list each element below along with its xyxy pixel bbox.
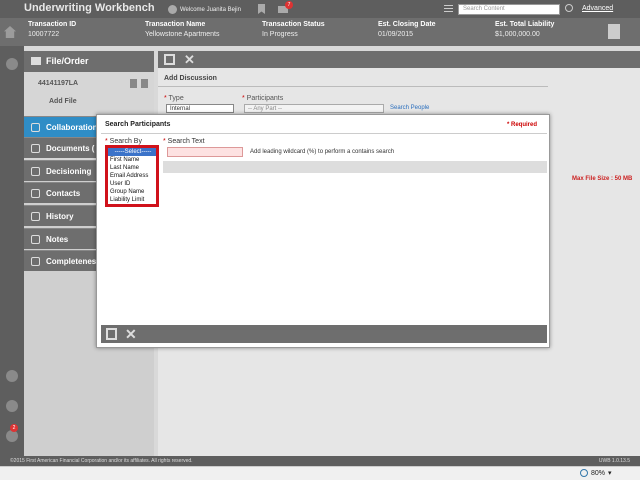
dropdown-option[interactable]: First Name	[108, 156, 156, 164]
globe-icon	[580, 469, 588, 477]
nav-item-label: History	[46, 212, 74, 221]
paperclip-icon	[31, 144, 40, 153]
file-pdf-icon[interactable]	[141, 79, 148, 88]
search-input[interactable]: Search Content	[458, 4, 560, 15]
chevron-down-icon[interactable]: ▾	[608, 469, 612, 477]
main-toolbar: ✕	[158, 51, 548, 68]
search-people-link[interactable]: Search People	[390, 105, 429, 111]
required-note: * Required	[506, 122, 537, 128]
transaction-status-value: In Progress	[262, 31, 298, 38]
status-bar: 80% ▾	[0, 466, 640, 480]
total-liability-field: Est. Total Liability $1,000,000.00	[495, 21, 554, 38]
nav-item-label: Collaboration	[46, 123, 98, 132]
file-doc-icon[interactable]	[130, 79, 137, 88]
nav-item-label: Decisioning	[46, 167, 92, 176]
clock-icon	[31, 212, 40, 221]
search-text-label: * Search Text	[163, 138, 205, 145]
nav-item-label: Notes	[46, 235, 69, 244]
zoom-level: 80%	[591, 469, 606, 477]
divider	[158, 86, 548, 87]
type-select[interactable]: Internal	[166, 104, 234, 113]
dropdown-option[interactable]: Last Name	[108, 164, 156, 172]
total-liability-label: Est. Total Liability	[495, 21, 555, 28]
right-strip: Max File Size : 50 MB	[548, 51, 640, 456]
icon-rail: 2	[0, 46, 24, 456]
dropdown-option[interactable]: Group Name	[108, 188, 156, 196]
file-actions	[130, 79, 148, 88]
phone-icon[interactable]	[6, 370, 18, 382]
nav-file-order[interactable]: File/Order	[24, 51, 154, 72]
search-participants-dialog: Search Participants * Required * Search …	[96, 114, 550, 348]
closing-date-value: 01/09/2015	[378, 31, 414, 38]
transaction-status-field: Transaction Status In Progress	[262, 21, 325, 38]
wildcard-hint: Add leading wildcard (%) to perform a co…	[250, 149, 395, 155]
checklist-icon	[31, 257, 40, 266]
settings-icon[interactable]	[6, 58, 18, 70]
dialog-footer: ✕	[101, 325, 547, 343]
contacts-icon	[31, 189, 40, 198]
home-icon[interactable]	[4, 26, 16, 38]
top-bar: Underwriting Workbench Welcome Juanita B…	[0, 0, 640, 18]
zoom-control[interactable]: 80% ▾	[580, 469, 612, 477]
add-file-button[interactable]: Add File	[49, 98, 77, 105]
notification-badge: 2	[10, 424, 18, 432]
max-file-size: Max File Size : 50 MB	[572, 176, 633, 182]
participants-select[interactable]: -- Any Part --	[244, 104, 384, 113]
results-row	[163, 161, 547, 173]
file-number[interactable]: 44141197LA	[38, 80, 78, 87]
search-by-dropdown[interactable]: -----Select----- First Name Last Name Em…	[105, 145, 159, 207]
save-icon[interactable]	[106, 328, 117, 340]
transaction-id-value: 10007722	[28, 31, 60, 38]
search-icon[interactable]	[565, 4, 573, 12]
transaction-id-label: Transaction ID	[28, 21, 77, 28]
notes-icon	[31, 235, 40, 244]
transaction-name-field: Transaction Name Yellowstone Apartments	[145, 21, 219, 38]
document-icon[interactable]	[608, 24, 620, 39]
menu-icon[interactable]	[444, 5, 453, 12]
mail-count-badge: 7	[285, 1, 293, 9]
nav-item-label: Contacts	[46, 189, 81, 198]
welcome-text: Welcome Juanita Bejin	[180, 6, 241, 13]
search-by-label: * Search By	[105, 138, 142, 145]
app-title: Underwriting Workbench	[24, 2, 155, 14]
save-icon[interactable]	[164, 54, 175, 65]
decisioning-icon	[31, 167, 40, 176]
transaction-name-label: Transaction Name	[145, 21, 206, 28]
dropdown-option[interactable]: Liability Limit	[108, 196, 156, 204]
dialog-title: Search Participants	[105, 121, 171, 128]
closing-date-field: Est. Closing Date 01/09/2015	[378, 21, 436, 38]
copyright: ©2015 First American Financial Corporati…	[10, 458, 193, 464]
page-title: Add Discussion	[164, 75, 217, 82]
advanced-search-link[interactable]: Advanced	[582, 5, 613, 12]
dropdown-option[interactable]: -----Select-----	[108, 148, 156, 156]
bookmark-icon[interactable]	[258, 4, 265, 14]
transaction-info-bar: Transaction ID 10007722 Transaction Name…	[0, 18, 640, 46]
help-icon[interactable]	[6, 400, 18, 412]
divider	[101, 133, 547, 134]
dropdown-option[interactable]: User ID	[108, 180, 156, 188]
footer: ©2015 First American Financial Corporati…	[0, 456, 640, 466]
transaction-id-field: Transaction ID 10007722	[28, 21, 76, 38]
nav-item-label: Completeness	[46, 257, 101, 266]
right-toolbar	[548, 51, 640, 68]
transaction-status-label: Transaction Status	[262, 21, 325, 28]
dropdown-option[interactable]: Email Address	[108, 172, 156, 180]
close-icon[interactable]: ✕	[184, 52, 195, 68]
search-text-input[interactable]	[167, 147, 243, 157]
welcome-area: Welcome Juanita Bejin	[168, 5, 241, 14]
collaboration-icon	[31, 123, 40, 132]
nav-item-label: Documents (	[46, 144, 95, 153]
close-icon[interactable]: ✕	[125, 326, 137, 343]
version: UWB 1.0.13.5	[598, 458, 630, 464]
closing-date-label: Est. Closing Date	[378, 21, 436, 28]
participants-label: * Participants	[242, 95, 284, 102]
type-label: * Type	[164, 95, 184, 102]
user-icon[interactable]	[168, 5, 177, 14]
transaction-name-value: Yellowstone Apartments	[145, 31, 220, 38]
total-liability-value: $1,000,000.00	[495, 31, 540, 38]
